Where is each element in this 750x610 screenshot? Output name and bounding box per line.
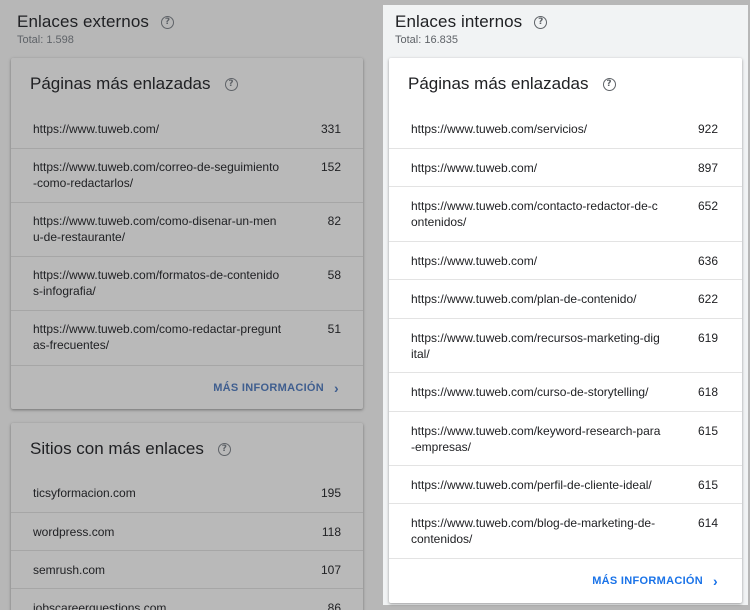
row-url[interactable]: https://www.tuweb.com/servicios/ (411, 121, 661, 137)
table-row[interactable]: wordpress.com 118 (11, 512, 363, 550)
help-circle-icon[interactable]: ? (534, 15, 548, 29)
table-row[interactable]: https://www.tuweb.com/servicios/ 922 (389, 110, 742, 148)
table-row[interactable]: https://www.tuweb.com/curso-de-storytell… (389, 372, 742, 411)
table-row[interactable]: https://www.tuweb.com/ 636 (389, 241, 742, 279)
row-count: 636 (697, 254, 718, 268)
row-url[interactable]: https://www.tuweb.com/keyword-research-p… (411, 423, 661, 455)
total-count: Total: 1.598 (17, 34, 74, 46)
row-url[interactable]: https://www.tuweb.com/ (33, 121, 283, 137)
row-url[interactable]: https://www.tuweb.com/ (411, 160, 661, 176)
help-circle-icon[interactable]: ? (217, 442, 231, 456)
card-title: Sitios con más enlaces ? (30, 439, 231, 459)
top-linking-sites-card: Sitios con más enlaces ? ticsyformacion.… (11, 423, 363, 610)
card-title: Páginas más enlazadas ? (408, 74, 616, 94)
table-row[interactable]: https://www.tuweb.com/ 897 (389, 148, 742, 186)
table-row[interactable]: https://www.tuweb.com/recursos-marketing… (389, 318, 742, 372)
more-info-link[interactable]: MÁS INFORMACIÓN › (389, 558, 742, 603)
row-count: 118 (321, 525, 341, 539)
more-info-label[interactable]: MÁS INFORMACIÓN (213, 382, 324, 394)
row-count: 51 (327, 322, 341, 336)
row-count: 652 (697, 199, 718, 213)
table-row[interactable]: https://www.tuweb.com/plan-de-contenido/… (389, 279, 742, 318)
card-title-text: Páginas más enlazadas (30, 74, 211, 93)
card-title-text: Páginas más enlazadas (408, 74, 589, 93)
row-count: 195 (320, 486, 341, 500)
card-title-text: Sitios con más enlaces (30, 439, 204, 458)
row-count: 622 (697, 292, 718, 306)
table-row[interactable]: https://www.tuweb.com/keyword-research-p… (389, 411, 742, 465)
table-row[interactable]: https://www.tuweb.com/ 331 (11, 110, 363, 148)
table-row[interactable]: jobscareerquestions.com 86 (11, 588, 363, 610)
table-row[interactable]: https://www.tuweb.com/como-disenar-un-me… (11, 202, 363, 256)
table-row[interactable]: https://www.tuweb.com/blog-de-marketing-… (389, 503, 742, 558)
section-title: Enlaces externos (17, 12, 150, 31)
row-count: 897 (697, 161, 718, 175)
row-url[interactable]: https://www.tuweb.com/curso-de-storytell… (411, 384, 661, 400)
more-info-label[interactable]: MÁS INFORMACIÓN (592, 575, 703, 587)
internal-links-panel: Enlaces internos? Total: 16.835 Páginas … (383, 5, 748, 605)
row-site[interactable]: jobscareerquestions.com (33, 600, 283, 610)
row-count: 152 (320, 160, 341, 174)
table-row[interactable]: semrush.com 107 (11, 550, 363, 588)
section-title: Enlaces internos (395, 12, 523, 31)
help-circle-icon[interactable]: ? (602, 77, 616, 91)
row-site[interactable]: ticsyformacion.com (33, 485, 283, 501)
row-count: 58 (327, 268, 341, 282)
row-count: 922 (697, 122, 718, 136)
row-count: 615 (697, 478, 718, 492)
help-circle-icon[interactable]: ? (224, 77, 238, 91)
help-circle-icon[interactable]: ? (161, 15, 175, 29)
row-url[interactable]: https://www.tuweb.com/perfil-de-cliente-… (411, 477, 661, 493)
row-url[interactable]: https://www.tuweb.com/plan-de-contenido/ (411, 291, 661, 307)
row-site[interactable]: wordpress.com (33, 524, 283, 540)
row-count: 615 (697, 424, 718, 438)
external-links-column: Enlaces externos? Total: 1.598 Páginas m… (0, 0, 376, 610)
row-url[interactable]: https://www.tuweb.com/recursos-marketing… (411, 330, 661, 362)
row-url[interactable]: https://www.tuweb.com/contacto-redactor-… (411, 198, 661, 230)
row-count: 331 (320, 122, 341, 136)
card-title: Páginas más enlazadas ? (30, 74, 238, 94)
row-url[interactable]: https://www.tuweb.com/como-redactar-preg… (33, 321, 283, 353)
internal-links-header: Enlaces internos? Total: 16.835 (395, 12, 548, 46)
row-url[interactable]: https://www.tuweb.com/formatos-de-conten… (33, 267, 283, 299)
external-top-pages-card: Páginas más enlazadas ? https://www.tuwe… (11, 58, 363, 409)
table-row[interactable]: ticsyformacion.com 195 (11, 474, 363, 512)
row-url[interactable]: https://www.tuweb.com/como-disenar-un-me… (33, 213, 283, 245)
row-site[interactable]: semrush.com (33, 562, 283, 578)
row-url[interactable]: https://www.tuweb.com/correo-de-seguimie… (33, 159, 283, 191)
table-row[interactable]: https://www.tuweb.com/correo-de-seguimie… (11, 148, 363, 202)
table-row[interactable]: https://www.tuweb.com/perfil-de-cliente-… (389, 465, 742, 503)
row-url[interactable]: https://www.tuweb.com/ (411, 253, 661, 269)
row-count: 107 (320, 563, 341, 577)
row-count: 82 (327, 214, 341, 228)
table-row[interactable]: https://www.tuweb.com/contacto-redactor-… (389, 186, 742, 241)
chevron-right-icon: › (334, 379, 339, 396)
chevron-right-icon: › (713, 573, 718, 589)
table-row[interactable]: https://www.tuweb.com/como-redactar-preg… (11, 310, 363, 365)
more-info-link[interactable]: MÁS INFORMACIÓN › (11, 365, 363, 409)
row-count: 86 (327, 601, 341, 610)
row-url[interactable]: https://www.tuweb.com/blog-de-marketing-… (411, 515, 661, 547)
internal-top-pages-card: Páginas más enlazadas ? https://www.tuwe… (389, 58, 742, 603)
total-count: Total: 16.835 (395, 34, 458, 46)
row-count: 618 (697, 385, 718, 399)
row-count: 619 (697, 331, 718, 345)
table-row[interactable]: https://www.tuweb.com/formatos-de-conten… (11, 256, 363, 310)
row-count: 614 (697, 516, 718, 530)
external-links-header: Enlaces externos? Total: 1.598 (17, 12, 175, 46)
